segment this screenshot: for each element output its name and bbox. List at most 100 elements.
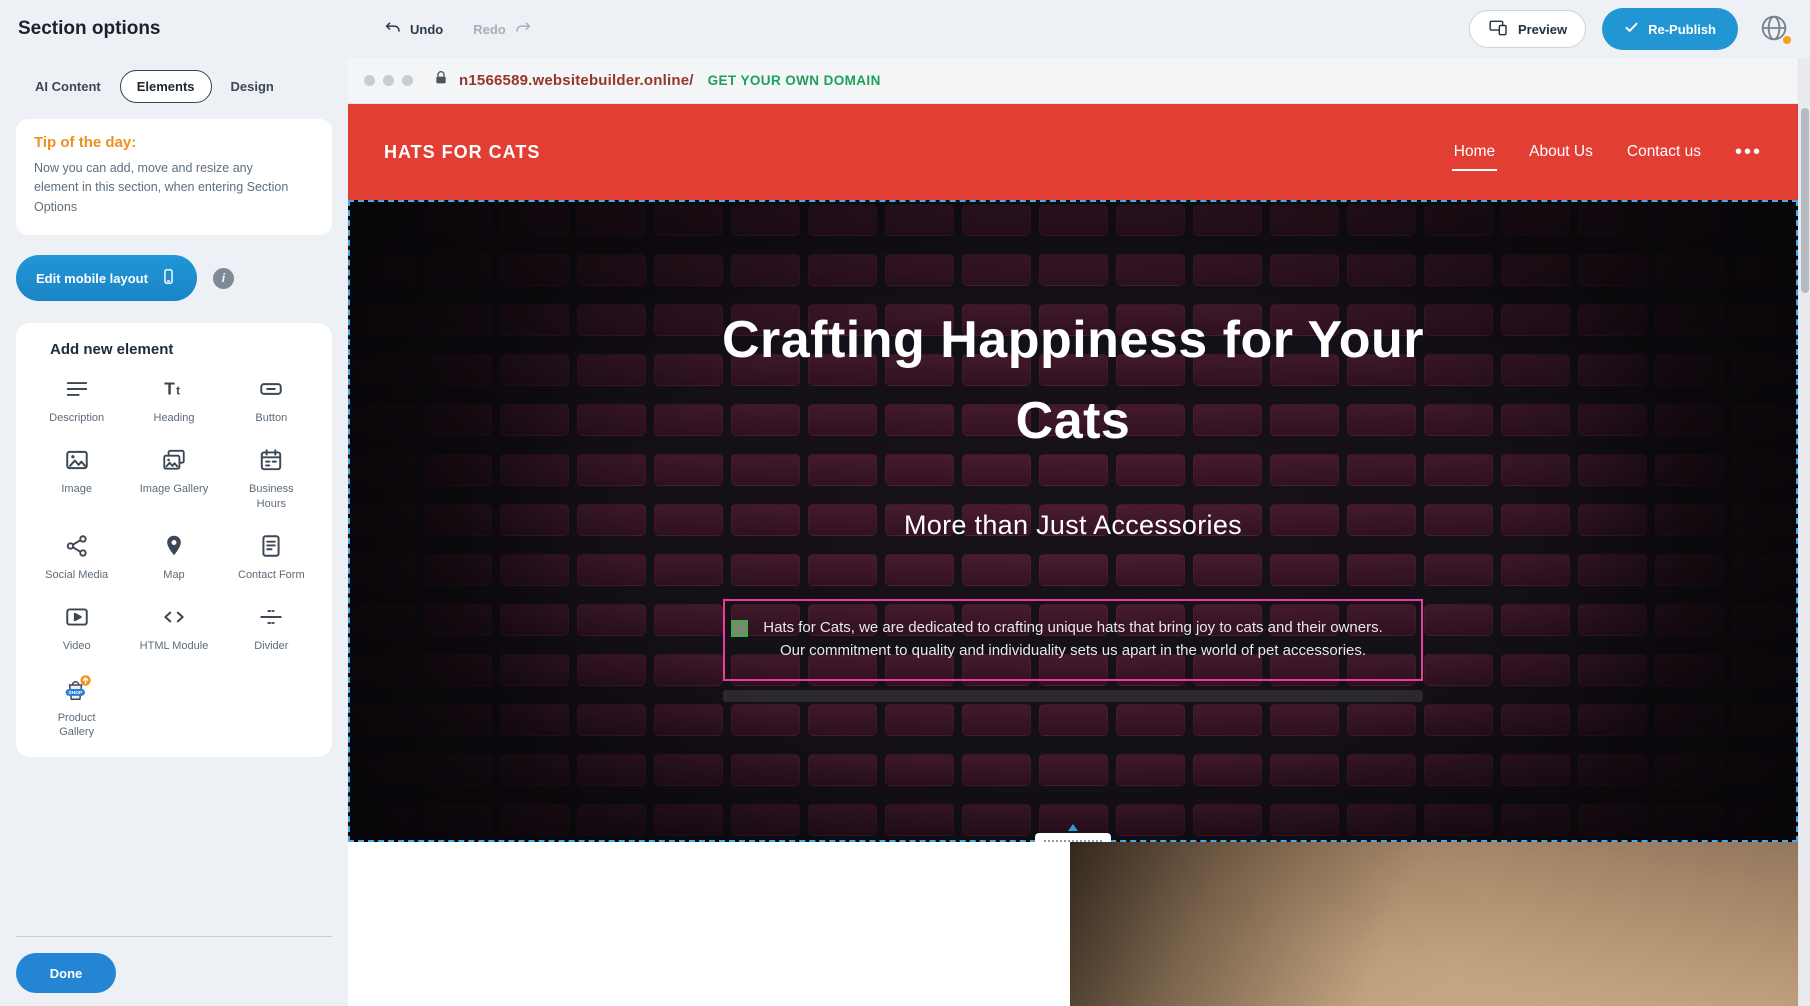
element-description[interactable]: Description: [28, 374, 125, 425]
svg-text:SHOP: SHOP: [68, 690, 83, 696]
element-divider[interactable]: Divider: [223, 602, 320, 653]
heading-icon: Tt: [161, 374, 187, 404]
element-grid: Description Tt Heading Button: [28, 374, 320, 739]
preview-button[interactable]: Preview: [1469, 10, 1586, 48]
element-image-gallery[interactable]: Image Gallery: [125, 445, 222, 511]
nav-item-contact[interactable]: Contact us: [1627, 143, 1701, 161]
element-label: Map: [163, 568, 184, 582]
svg-text:T: T: [164, 379, 175, 399]
element-product-gallery[interactable]: SHOP Product Gallery: [28, 674, 125, 740]
element-business-hours[interactable]: Business Hours: [223, 445, 320, 511]
window-dot: [383, 75, 394, 86]
html-code-icon: [161, 602, 187, 632]
phone-icon: [160, 268, 177, 288]
hero-content: Crafting Happiness for Your Cats More th…: [348, 200, 1798, 842]
element-map[interactable]: Map: [125, 531, 222, 582]
element-label: Image: [61, 482, 92, 496]
contact-form-icon: [258, 531, 284, 561]
element-button[interactable]: Button: [223, 374, 320, 425]
window-dots: [364, 75, 413, 86]
edit-mobile-label: Edit mobile layout: [36, 271, 148, 286]
undo-label: Undo: [410, 22, 443, 37]
element-label: Business Hours: [235, 482, 307, 511]
tab-design[interactable]: Design: [214, 70, 291, 103]
notification-dot: [1783, 36, 1791, 44]
hero-paragraph-selected[interactable]: Hats for Cats, we are dedicated to craft…: [723, 599, 1423, 681]
paragraph-line: Hats for Cats, we are dedicated to craft…: [763, 617, 1383, 640]
image-gallery-icon: [161, 445, 187, 475]
window-dot: [364, 75, 375, 86]
mobile-layout-row: Edit mobile layout i: [16, 255, 332, 301]
section-resize-handle[interactable]: [1035, 824, 1111, 842]
element-label: Product Gallery: [41, 711, 113, 740]
add-element-panel: Add new element Description Tt Heading: [16, 323, 332, 757]
done-button[interactable]: Done: [16, 953, 116, 993]
element-label: Button: [255, 411, 287, 425]
site-logo[interactable]: HATS FOR CATS: [384, 142, 540, 163]
republish-button[interactable]: Re-Publish: [1602, 8, 1738, 50]
sidebar-bottom: Done: [0, 936, 348, 1006]
tab-elements[interactable]: Elements: [120, 70, 212, 103]
scrollbar-thumb[interactable]: [1801, 108, 1809, 293]
preview-label: Preview: [1518, 22, 1567, 37]
site-url[interactable]: n1566589.websitebuilder.online/: [459, 72, 694, 89]
undo-icon: [384, 19, 402, 40]
resize-pill: [1035, 833, 1111, 842]
element-social-media[interactable]: Social Media: [28, 531, 125, 582]
element-video[interactable]: Video: [28, 602, 125, 653]
map-pin-icon: [161, 531, 187, 561]
next-section-photo: [1070, 842, 1798, 1006]
divider-icon: [258, 602, 284, 632]
element-contact-form[interactable]: Contact Form: [223, 531, 320, 582]
element-drag-handle[interactable]: [731, 620, 748, 637]
site-header[interactable]: HATS FOR CATS Home About Us Contact us •…: [348, 104, 1798, 200]
app: Section options Undo Redo Preview: [0, 0, 1810, 1006]
tip-body: Now you can add, move and resize any ele…: [34, 159, 292, 217]
tip-card: Tip of the day: Now you can add, move an…: [16, 119, 332, 235]
next-section[interactable]: [348, 842, 1798, 1006]
resize-arrow-up-icon: [1068, 824, 1078, 831]
republish-label: Re-Publish: [1648, 22, 1716, 37]
topbar: Section options Undo Redo Preview: [0, 0, 1810, 58]
nav-item-home[interactable]: Home: [1454, 143, 1495, 161]
topbar-actions: Preview Re-Publish: [1469, 8, 1794, 50]
hero-heading[interactable]: Crafting Happiness for Your Cats: [703, 300, 1443, 462]
site-preview: HATS FOR CATS Home About Us Contact us •…: [348, 104, 1798, 1006]
get-domain-link[interactable]: GET YOUR OWN DOMAIN: [708, 73, 881, 88]
devices-icon: [1488, 18, 1509, 41]
element-html-module[interactable]: HTML Module: [125, 602, 222, 653]
element-label: Contact Form: [238, 568, 305, 582]
history-controls: Undo Redo: [384, 19, 532, 40]
add-element-title: Add new element: [50, 341, 320, 358]
tip-title: Tip of the day:: [34, 134, 314, 151]
undo-button[interactable]: Undo: [384, 19, 443, 40]
redo-button[interactable]: Redo: [473, 19, 532, 40]
window-dot: [402, 75, 413, 86]
element-heading[interactable]: Tt Heading: [125, 374, 222, 425]
edit-mobile-layout-button[interactable]: Edit mobile layout: [16, 255, 197, 301]
nav-more-icon[interactable]: •••: [1735, 146, 1762, 158]
video-icon: [64, 602, 90, 632]
paragraph-line: Our commitment to quality and individual…: [780, 640, 1366, 663]
dotted-line: [1044, 840, 1102, 842]
image-icon: [64, 445, 90, 475]
check-icon: [1624, 20, 1639, 38]
info-icon[interactable]: i: [213, 268, 234, 289]
hero-section[interactable]: Crafting Happiness for Your Cats More th…: [348, 200, 1798, 842]
sidebar: AI Content Elements Design Tip of the da…: [0, 58, 348, 1006]
sidebar-tabs: AI Content Elements Design: [18, 70, 330, 103]
product-gallery-icon: SHOP: [61, 674, 93, 704]
hero-subheading[interactable]: More than Just Accessories: [904, 510, 1242, 541]
language-globe-button[interactable]: [1754, 9, 1794, 49]
element-image[interactable]: Image: [28, 445, 125, 511]
element-label: HTML Module: [140, 639, 209, 653]
description-icon: [64, 374, 90, 404]
business-hours-icon: [258, 445, 284, 475]
redo-label: Redo: [473, 22, 506, 37]
main-canvas: n1566589.websitebuilder.online/ GET YOUR…: [348, 58, 1798, 1006]
svg-text:t: t: [176, 384, 180, 398]
tab-ai-content[interactable]: AI Content: [18, 70, 118, 103]
element-shadow-bar: [723, 690, 1423, 702]
nav-item-about[interactable]: About Us: [1529, 143, 1593, 161]
button-icon: [258, 374, 284, 404]
